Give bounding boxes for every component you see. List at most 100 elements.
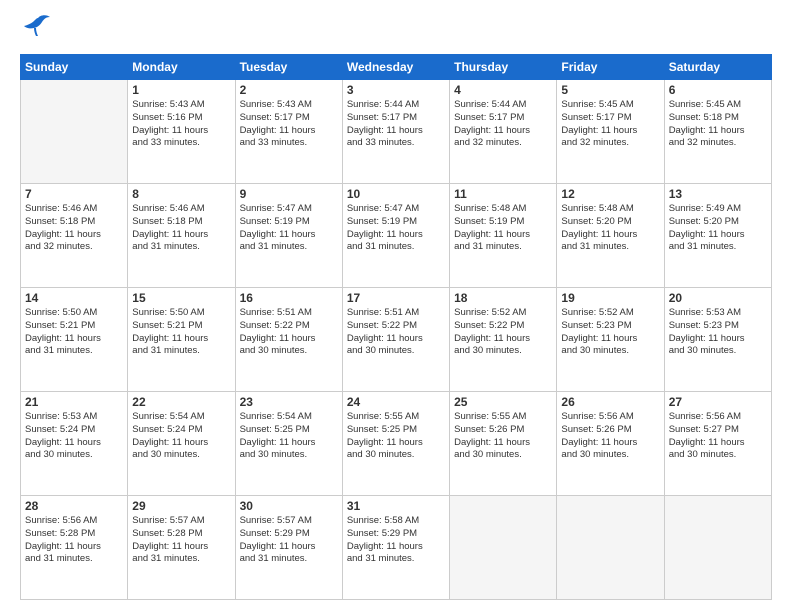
day-info: Sunrise: 5:52 AMSunset: 5:23 PMDaylight:… [561,307,659,358]
day-number: 16 [240,291,338,305]
calendar-day: 5 Sunrise: 5:45 AMSunset: 5:17 PMDaylight… [557,80,664,184]
day-number: 3 [347,83,445,97]
day-number: 8 [132,187,230,201]
calendar-day: 26 Sunrise: 5:56 AMSunset: 5:26 PMDayligh… [557,392,664,496]
day-info: Sunrise: 5:44 AMSunset: 5:17 PMDaylight:… [347,99,445,150]
day-info: Sunrise: 5:45 AMSunset: 5:17 PMDaylight:… [561,99,659,150]
calendar-day: 16 Sunrise: 5:51 AMSunset: 5:22 PMDayligh… [235,288,342,392]
day-number: 30 [240,499,338,513]
day-number: 6 [669,83,767,97]
day-number: 28 [25,499,123,513]
header [20,18,772,46]
calendar-day: 18Sunrise: 5:52 AMSunset: 5:22 PMDayligh… [450,288,557,392]
weekday-header-wednesday: Wednesday [342,55,449,80]
calendar-day: 3 Sunrise: 5:44 AMSunset: 5:17 PMDaylight… [342,80,449,184]
calendar-day: 27 Sunrise: 5:56 AMSunset: 5:27 PMDayligh… [664,392,771,496]
logo [20,18,52,46]
calendar-day: 23 Sunrise: 5:54 AMSunset: 5:25 PMDayligh… [235,392,342,496]
day-info: Sunrise: 5:46 AMSunset: 5:18 PMDaylight:… [132,203,230,254]
day-number: 23 [240,395,338,409]
calendar-day [450,496,557,600]
day-info: Sunrise: 5:43 AMSunset: 5:17 PMDaylight:… [240,99,338,150]
calendar-day: 1Sunrise: 5:43 AMSunset: 5:16 PMDaylight… [128,80,235,184]
calendar-day [21,80,128,184]
day-info: Sunrise: 5:47 AMSunset: 5:19 PMDaylight:… [240,203,338,254]
weekday-header-tuesday: Tuesday [235,55,342,80]
weekday-header-thursday: Thursday [450,55,557,80]
calendar-week-1: 1Sunrise: 5:43 AMSunset: 5:16 PMDaylight… [21,80,772,184]
day-info: Sunrise: 5:48 AMSunset: 5:19 PMDaylight:… [454,203,552,254]
calendar-day: 8 Sunrise: 5:46 AMSunset: 5:18 PMDaylight… [128,184,235,288]
day-info: Sunrise: 5:46 AMSunset: 5:18 PMDaylight:… [25,203,123,254]
day-info: Sunrise: 5:54 AMSunset: 5:25 PMDaylight:… [240,411,338,462]
calendar-day: 25Sunrise: 5:55 AMSunset: 5:26 PMDayligh… [450,392,557,496]
day-number: 21 [25,395,123,409]
calendar-day: 9 Sunrise: 5:47 AMSunset: 5:19 PMDaylight… [235,184,342,288]
day-info: Sunrise: 5:50 AMSunset: 5:21 PMDaylight:… [25,307,123,358]
calendar-day: 22Sunrise: 5:54 AMSunset: 5:24 PMDayligh… [128,392,235,496]
calendar-day: 31Sunrise: 5:58 AMSunset: 5:29 PMDayligh… [342,496,449,600]
day-number: 29 [132,499,230,513]
day-number: 10 [347,187,445,201]
day-info: Sunrise: 5:56 AMSunset: 5:26 PMDaylight:… [561,411,659,462]
day-info: Sunrise: 5:57 AMSunset: 5:28 PMDaylight:… [132,515,230,566]
day-info: Sunrise: 5:43 AMSunset: 5:16 PMDaylight:… [132,99,230,150]
day-number: 19 [561,291,659,305]
calendar-day: 19 Sunrise: 5:52 AMSunset: 5:23 PMDayligh… [557,288,664,392]
day-number: 24 [347,395,445,409]
logo-bird-icon [24,14,52,46]
day-info: Sunrise: 5:48 AMSunset: 5:20 PMDaylight:… [561,203,659,254]
day-info: Sunrise: 5:49 AMSunset: 5:20 PMDaylight:… [669,203,767,254]
day-number: 5 [561,83,659,97]
day-info: Sunrise: 5:55 AMSunset: 5:25 PMDaylight:… [347,411,445,462]
day-info: Sunrise: 5:53 AMSunset: 5:24 PMDaylight:… [25,411,123,462]
day-info: Sunrise: 5:54 AMSunset: 5:24 PMDaylight:… [132,411,230,462]
day-number: 20 [669,291,767,305]
calendar-week-3: 14 Sunrise: 5:50 AMSunset: 5:21 PMDayligh… [21,288,772,392]
day-info: Sunrise: 5:44 AMSunset: 5:17 PMDaylight:… [454,99,552,150]
calendar-day: 20Sunrise: 5:53 AMSunset: 5:23 PMDayligh… [664,288,771,392]
calendar-week-4: 21 Sunrise: 5:53 AMSunset: 5:24 PMDayligh… [21,392,772,496]
calendar-day: 13 Sunrise: 5:49 AMSunset: 5:20 PMDayligh… [664,184,771,288]
calendar-day: 29 Sunrise: 5:57 AMSunset: 5:28 PMDayligh… [128,496,235,600]
day-number: 11 [454,187,552,201]
day-number: 9 [240,187,338,201]
day-number: 26 [561,395,659,409]
weekday-header-row: SundayMondayTuesdayWednesdayThursdayFrid… [21,55,772,80]
calendar-table: SundayMondayTuesdayWednesdayThursdayFrid… [20,54,772,600]
day-number: 27 [669,395,767,409]
day-number: 17 [347,291,445,305]
calendar-day [664,496,771,600]
day-number: 18 [454,291,552,305]
day-info: Sunrise: 5:56 AMSunset: 5:27 PMDaylight:… [669,411,767,462]
calendar-day: 7 Sunrise: 5:46 AMSunset: 5:18 PMDaylight… [21,184,128,288]
calendar-day: 12 Sunrise: 5:48 AMSunset: 5:20 PMDayligh… [557,184,664,288]
weekday-header-monday: Monday [128,55,235,80]
day-number: 15 [132,291,230,305]
day-info: Sunrise: 5:56 AMSunset: 5:28 PMDaylight:… [25,515,123,566]
calendar-day: 30 Sunrise: 5:57 AMSunset: 5:29 PMDayligh… [235,496,342,600]
day-info: Sunrise: 5:55 AMSunset: 5:26 PMDaylight:… [454,411,552,462]
calendar-day: 24 Sunrise: 5:55 AMSunset: 5:25 PMDayligh… [342,392,449,496]
calendar-day: 2Sunrise: 5:43 AMSunset: 5:17 PMDaylight… [235,80,342,184]
day-info: Sunrise: 5:45 AMSunset: 5:18 PMDaylight:… [669,99,767,150]
calendar-week-2: 7 Sunrise: 5:46 AMSunset: 5:18 PMDaylight… [21,184,772,288]
calendar-day: 28 Sunrise: 5:56 AMSunset: 5:28 PMDayligh… [21,496,128,600]
calendar-day: 6 Sunrise: 5:45 AMSunset: 5:18 PMDaylight… [664,80,771,184]
calendar-week-5: 28 Sunrise: 5:56 AMSunset: 5:28 PMDayligh… [21,496,772,600]
weekday-header-friday: Friday [557,55,664,80]
day-info: Sunrise: 5:51 AMSunset: 5:22 PMDaylight:… [347,307,445,358]
page: SundayMondayTuesdayWednesdayThursdayFrid… [0,0,792,612]
day-number: 13 [669,187,767,201]
day-number: 14 [25,291,123,305]
day-info: Sunrise: 5:51 AMSunset: 5:22 PMDaylight:… [240,307,338,358]
calendar-day: 17 Sunrise: 5:51 AMSunset: 5:22 PMDayligh… [342,288,449,392]
calendar-day: 21 Sunrise: 5:53 AMSunset: 5:24 PMDayligh… [21,392,128,496]
calendar-day: 14 Sunrise: 5:50 AMSunset: 5:21 PMDayligh… [21,288,128,392]
day-number: 12 [561,187,659,201]
day-number: 7 [25,187,123,201]
day-info: Sunrise: 5:57 AMSunset: 5:29 PMDaylight:… [240,515,338,566]
calendar-day: 11 Sunrise: 5:48 AMSunset: 5:19 PMDayligh… [450,184,557,288]
day-info: Sunrise: 5:47 AMSunset: 5:19 PMDaylight:… [347,203,445,254]
weekday-header-saturday: Saturday [664,55,771,80]
